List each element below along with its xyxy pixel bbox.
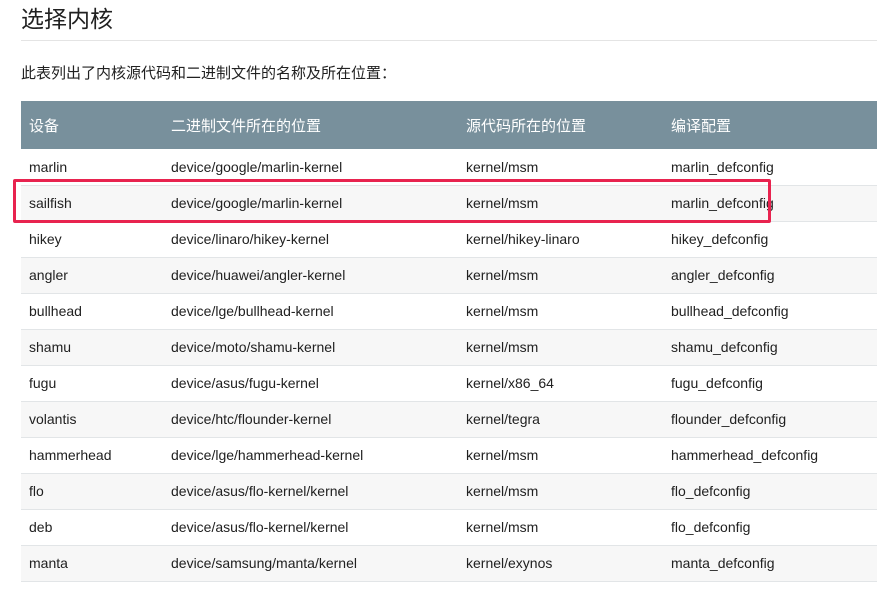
- cell-source-location: kernel/tegra: [466, 411, 540, 427]
- table-row: fugu device/asus/fugu-kernel kernel/x86_64…: [21, 365, 877, 401]
- table-row: marlin device/google/marlin-kernel kernel/…: [21, 149, 877, 185]
- table-row: shamu device/moto/shamu-kernel kernel/msm s…: [21, 329, 877, 365]
- header-source-location: 源代码所在的位置: [466, 116, 587, 135]
- table-row: hikey device/linaro/hikey-kernel kernel/hi…: [21, 221, 877, 257]
- cell-build-config: angler_defconfig: [671, 267, 775, 283]
- table-row: angler device/huawei/angler-kernel kernel/…: [21, 257, 877, 293]
- cell-build-config: manta_defconfig: [671, 555, 775, 571]
- cell-source-location: kernel/msm: [466, 195, 539, 211]
- cell-build-config: fugu_defconfig: [671, 375, 763, 391]
- cell-device: hammerhead: [29, 447, 112, 463]
- cell-build-config: flo_defconfig: [671, 483, 751, 499]
- cell-build-config: hikey_defconfig: [671, 231, 769, 247]
- cell-build-config: marlin_defconfig: [671, 158, 774, 175]
- table-row: deb device/asus/flo-kernel/kernel kernel/m…: [21, 509, 877, 545]
- intro-text: 此表列出了内核源代码和二进制文件的名称及所在位置：: [21, 64, 397, 82]
- kernel-table: 设备 二进制文件所在的位置 源代码所在的位置 编译配置 marlin device…: [21, 101, 877, 582]
- cell-source-location: kernel/msm: [466, 158, 539, 175]
- page-title: 选择内核: [21, 7, 113, 33]
- cell-binary-location: device/asus/flo-kernel/kernel: [171, 483, 349, 499]
- cell-binary-location: device/asus/flo-kernel/kernel: [171, 519, 349, 535]
- cell-binary-location: device/samsung/manta/kernel: [171, 555, 357, 571]
- cell-binary-location: device/linaro/hikey-kernel: [171, 231, 329, 247]
- header-binary-location: 二进制文件所在的位置: [171, 116, 322, 135]
- cell-build-config: flo_defconfig: [671, 519, 751, 535]
- cell-binary-location: device/asus/fugu-kernel: [171, 375, 319, 391]
- cell-source-location: kernel/msm: [466, 267, 539, 283]
- cell-device: volantis: [29, 411, 77, 427]
- cell-source-location: kernel/exynos: [466, 555, 553, 571]
- table-row: flo device/asus/flo-kernel/kernel kernel/m…: [21, 473, 877, 509]
- table-row: sailfish device/google/marlin-kernel kerne…: [21, 185, 877, 221]
- table-body: marlin device/google/marlin-kernel kernel/…: [21, 149, 877, 581]
- title-divider: [21, 40, 877, 41]
- cell-build-config: flounder_defconfig: [671, 411, 787, 427]
- cell-binary-location: device/lge/bullhead-kernel: [171, 303, 334, 319]
- table-row: hammerhead device/lge/hammerhead-kernel ke…: [21, 437, 877, 473]
- table-row: manta device/samsung/manta/kernel kernel/e…: [21, 545, 877, 581]
- cell-device: shamu: [29, 339, 72, 355]
- table-row: bullhead device/lge/bullhead-kernel kernel…: [21, 293, 877, 329]
- cell-device: sailfish: [29, 195, 72, 211]
- cell-device: flo: [29, 483, 44, 499]
- table-row: volantis device/htc/flounder-kernel kernel…: [21, 401, 877, 437]
- cell-source-location: kernel/msm: [466, 519, 539, 535]
- cell-device: hikey: [29, 231, 62, 247]
- cell-build-config: marlin_defconfig: [671, 195, 774, 211]
- header-device: 设备: [29, 116, 60, 135]
- cell-binary-location: device/lge/hammerhead-kernel: [171, 447, 364, 463]
- cell-binary-location: device/google/marlin-kernel: [171, 158, 343, 175]
- cell-device: fugu: [29, 375, 57, 391]
- page: 选择内核 此表列出了内核源代码和二进制文件的名称及所在位置： 设备 二进制文件所…: [0, 0, 893, 589]
- cell-source-location: kernel/msm: [466, 303, 539, 319]
- cell-device: marlin: [29, 158, 68, 175]
- cell-device: angler: [29, 267, 68, 283]
- cell-binary-location: device/moto/shamu-kernel: [171, 339, 336, 355]
- cell-binary-location: device/huawei/angler-kernel: [171, 267, 346, 283]
- table-header: 设备 二进制文件所在的位置 源代码所在的位置 编译配置: [21, 101, 877, 149]
- cell-device: deb: [29, 519, 53, 535]
- cell-binary-location: device/htc/flounder-kernel: [171, 411, 332, 427]
- cell-build-config: shamu_defconfig: [671, 339, 778, 355]
- cell-source-location: kernel/hikey-linaro: [466, 231, 580, 247]
- cell-build-config: hammerhead_defconfig: [671, 447, 819, 463]
- cell-source-location: kernel/msm: [466, 447, 539, 463]
- cell-device: bullhead: [29, 303, 82, 319]
- cell-source-location: kernel/msm: [466, 483, 539, 499]
- header-build-config: 编译配置: [671, 116, 732, 135]
- cell-binary-location: device/google/marlin-kernel: [171, 195, 343, 211]
- cell-device: manta: [29, 555, 68, 571]
- table-header-row: 设备 二进制文件所在的位置 源代码所在的位置 编译配置: [21, 101, 877, 149]
- cell-build-config: bullhead_defconfig: [671, 303, 789, 319]
- cell-source-location: kernel/msm: [466, 339, 539, 355]
- cell-source-location: kernel/x86_64: [466, 375, 554, 391]
